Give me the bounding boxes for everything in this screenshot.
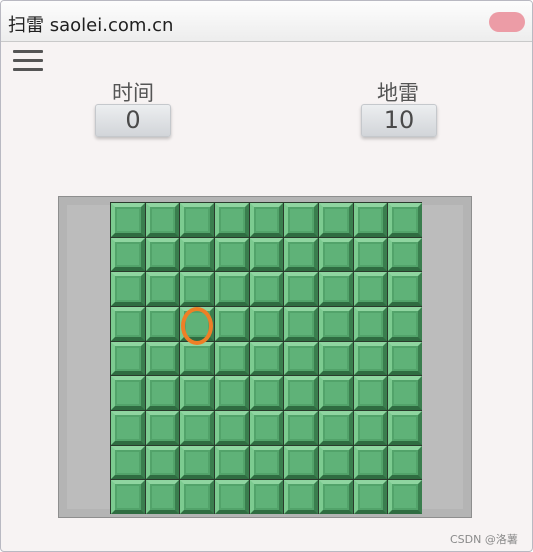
time-counter: 0 — [95, 104, 171, 137]
minefield-cell[interactable] — [318, 341, 353, 376]
minefield-cell[interactable] — [180, 272, 214, 306]
minefield-cell[interactable] — [353, 376, 388, 410]
minefield-cell[interactable] — [388, 237, 422, 272]
minefield-cell[interactable] — [284, 376, 318, 410]
minefield-cell[interactable] — [111, 272, 145, 306]
minefield-cell[interactable] — [353, 341, 388, 376]
mines-label: 地雷 — [377, 81, 419, 105]
minefield-cell[interactable] — [284, 410, 318, 445]
minefield-cell[interactable] — [180, 237, 214, 272]
minefield-cell[interactable] — [111, 410, 145, 445]
minefield-cell[interactable] — [180, 376, 214, 410]
minefield-cell[interactable] — [111, 341, 145, 376]
time-label: 时间 — [112, 81, 154, 105]
minefield-cell[interactable] — [180, 306, 214, 341]
watermark: CSDN @洛薯 — [450, 533, 518, 546]
minefield-cell[interactable] — [249, 272, 284, 306]
minefield-cell[interactable] — [284, 480, 318, 514]
minefield-cell[interactable] — [249, 480, 284, 514]
minefield-cell[interactable] — [145, 272, 180, 306]
minefield-cell[interactable] — [180, 480, 214, 514]
minefield-cell[interactable] — [214, 203, 249, 237]
title-bar: 扫雷 saolei.com.cn — [1, 1, 532, 42]
minefield-cell[interactable] — [214, 445, 249, 480]
minefield-cell[interactable] — [180, 203, 214, 237]
close-icon[interactable] — [489, 12, 525, 32]
minefield-cell[interactable] — [145, 203, 180, 237]
minefield-cell[interactable] — [318, 272, 353, 306]
game-window: 扫雷 saolei.com.cn 时间 0 地雷 10 CSDN @洛薯 — [0, 0, 533, 552]
minefield-cell[interactable] — [145, 376, 180, 410]
minefield-cell[interactable] — [249, 341, 284, 376]
minefield-cell[interactable] — [318, 445, 353, 480]
mines-counter: 10 — [361, 104, 437, 137]
minefield-cell[interactable] — [249, 376, 284, 410]
minefield-cell[interactable] — [388, 410, 422, 445]
minefield-cell[interactable] — [111, 306, 145, 341]
minefield-cell[interactable] — [145, 410, 180, 445]
menu-icon-bar — [13, 59, 43, 62]
minefield-cell[interactable] — [145, 445, 180, 480]
minefield-cell[interactable] — [353, 480, 388, 514]
minefield-cell[interactable] — [249, 203, 284, 237]
minefield-cell[interactable] — [249, 410, 284, 445]
minefield-cell[interactable] — [145, 237, 180, 272]
minefield-cell[interactable] — [318, 203, 353, 237]
minefield-cell[interactable] — [388, 376, 422, 410]
minefield-cell[interactable] — [284, 341, 318, 376]
minefield-cell[interactable] — [284, 272, 318, 306]
minefield-cell[interactable] — [111, 445, 145, 480]
minefield-cell[interactable] — [388, 445, 422, 480]
minefield-cell[interactable] — [214, 237, 249, 272]
minefield-cell[interactable] — [180, 410, 214, 445]
minefield-cell[interactable] — [318, 410, 353, 445]
minefield-cell[interactable] — [318, 376, 353, 410]
minefield-cell[interactable] — [214, 272, 249, 306]
minefield-cell[interactable] — [214, 306, 249, 341]
minefield-cell[interactable] — [111, 376, 145, 410]
minefield-cell[interactable] — [353, 272, 388, 306]
minefield-cell[interactable] — [111, 237, 145, 272]
minefield-cell[interactable] — [214, 480, 249, 514]
minefield-cell[interactable] — [145, 306, 180, 341]
minefield-cell[interactable] — [318, 306, 353, 341]
minefield-cell[interactable] — [249, 237, 284, 272]
minefield-cell[interactable] — [353, 237, 388, 272]
minefield-cell[interactable] — [353, 203, 388, 237]
minefield-cell[interactable] — [145, 480, 180, 514]
minefield-cell[interactable] — [318, 480, 353, 514]
minefield-cell[interactable] — [180, 341, 214, 376]
minefield-cell[interactable] — [353, 410, 388, 445]
minefield-cell[interactable] — [388, 203, 422, 237]
minefield-cell[interactable] — [284, 306, 318, 341]
minefield-cell[interactable] — [145, 341, 180, 376]
minefield-cell[interactable] — [214, 341, 249, 376]
minefield-cell[interactable] — [284, 445, 318, 480]
minefield-cell[interactable] — [180, 445, 214, 480]
minefield-cell[interactable] — [214, 376, 249, 410]
minefield-cell[interactable] — [249, 306, 284, 341]
minefield-cell[interactable] — [318, 237, 353, 272]
minefield-cell[interactable] — [249, 445, 284, 480]
menu-icon[interactable] — [13, 50, 43, 72]
minefield-cell[interactable] — [214, 410, 249, 445]
minefield-cell[interactable] — [388, 306, 422, 341]
minefield-grid — [110, 202, 422, 514]
minefield-cell[interactable] — [388, 272, 422, 306]
menu-icon-bar — [13, 68, 43, 71]
minefield-cell[interactable] — [388, 480, 422, 514]
minefield-cell[interactable] — [284, 203, 318, 237]
minefield-cell[interactable] — [353, 306, 388, 341]
minefield-cell[interactable] — [353, 445, 388, 480]
menu-icon-bar — [13, 50, 43, 53]
minefield-cell[interactable] — [111, 203, 145, 237]
minefield-cell[interactable] — [284, 237, 318, 272]
minefield-cell[interactable] — [111, 480, 145, 514]
minefield-cell[interactable] — [388, 341, 422, 376]
window-title: 扫雷 saolei.com.cn — [8, 15, 174, 36]
